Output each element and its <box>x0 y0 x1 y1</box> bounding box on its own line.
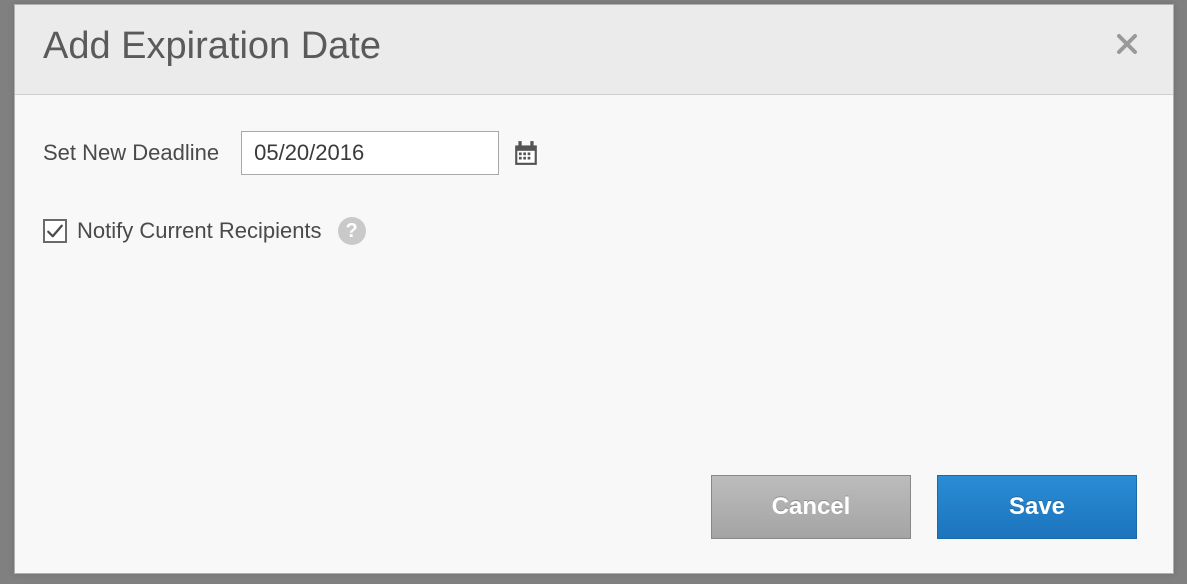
save-button[interactable]: Save <box>937 475 1137 539</box>
cancel-button[interactable]: Cancel <box>711 475 911 539</box>
dialog-body: Set New Deadline <box>15 95 1173 475</box>
deadline-row: Set New Deadline <box>43 131 1145 175</box>
deadline-input[interactable] <box>241 131 499 175</box>
notify-row: Notify Current Recipients ? <box>43 217 1145 245</box>
notify-label: Notify Current Recipients <box>77 218 322 244</box>
deadline-label: Set New Deadline <box>43 140 219 166</box>
calendar-icon[interactable] <box>513 140 539 166</box>
expiration-date-dialog: Add Expiration Date Set New Deadline <box>14 4 1174 574</box>
close-icon[interactable] <box>1115 32 1139 61</box>
dialog-header: Add Expiration Date <box>15 5 1173 95</box>
notify-checkbox[interactable] <box>43 219 67 243</box>
dialog-title: Add Expiration Date <box>43 25 381 68</box>
dialog-footer: Cancel Save <box>15 475 1173 573</box>
help-icon[interactable]: ? <box>338 217 366 245</box>
